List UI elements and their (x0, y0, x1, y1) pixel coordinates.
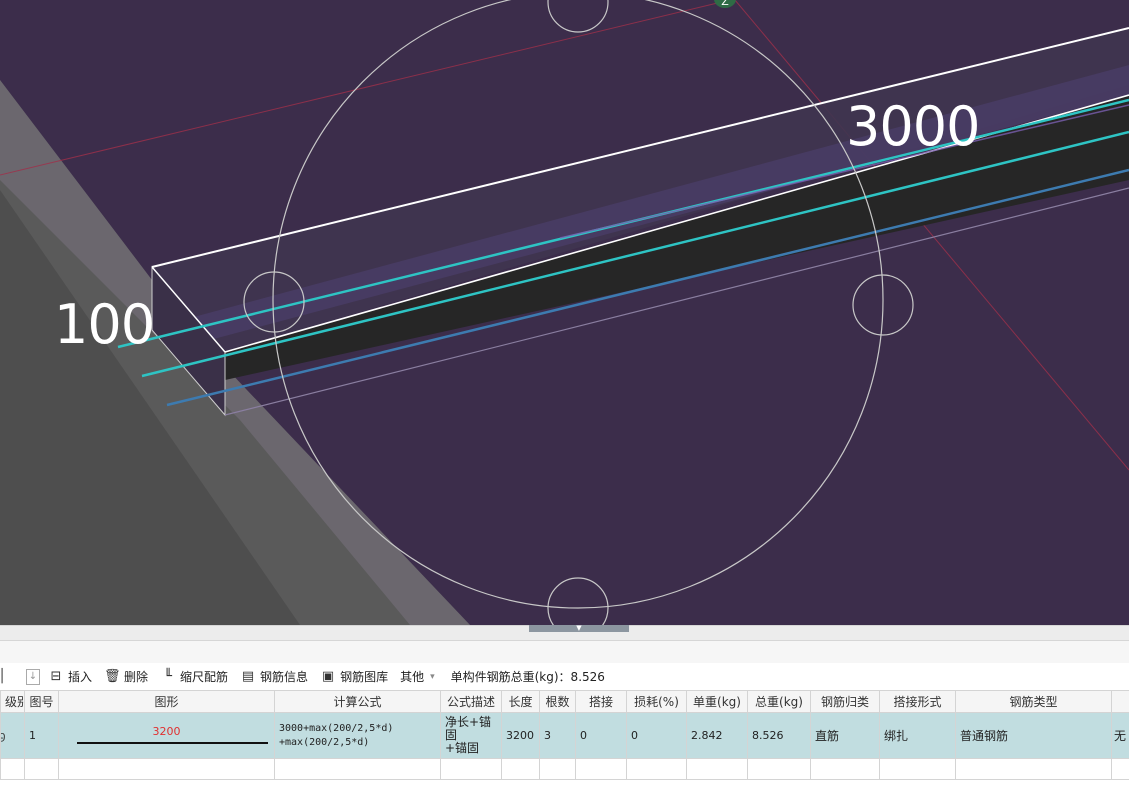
header-grade[interactable]: 级别 (0, 690, 25, 713)
scale-rebar-button[interactable]: ╙ 缩尺配筋 (160, 668, 228, 685)
dimension-label-length: 3000 (846, 95, 980, 158)
cell-shape[interactable]: 3200 (58, 712, 275, 759)
header-figure-no[interactable]: 图号 (24, 690, 59, 713)
rebar-info-label: 钢筋信息 (260, 670, 309, 684)
rebar-info-button[interactable]: ▤ 钢筋信息 (240, 668, 308, 685)
cell-figure-no[interactable]: 1 (24, 712, 59, 759)
cell-formula-desc[interactable]: 净长+锚固 +锚固 (440, 712, 502, 759)
empty-cell[interactable] (0, 758, 25, 780)
panel-splitter[interactable]: ▼ (0, 625, 1129, 641)
formula-line-2: +max(200/2,5*d) (279, 736, 370, 748)
straight-bar-shape (77, 742, 268, 744)
empty-cell[interactable] (626, 758, 687, 780)
viewport-scene (0, 0, 1129, 625)
rebar-library-label: 钢筋图库 (340, 670, 389, 684)
cell-lap-type[interactable]: 绑扎 (879, 712, 956, 759)
table-row[interactable] (0, 758, 1129, 780)
table-header-row: 级别 图号 图形 计算公式 公式描述 长度 根数 搭接 损耗(%) 单重(kg)… (0, 690, 1129, 713)
header-extra[interactable] (1111, 690, 1129, 713)
empty-cell[interactable] (58, 758, 275, 780)
panel-gap (0, 641, 1129, 663)
empty-cell[interactable] (879, 758, 956, 780)
total-weight-label: 单构件钢筋总重(kg)：8.526 (450, 670, 605, 684)
cell-formula[interactable]: 3000+max(200/2,5*d) +max(200/2,5*d) (274, 712, 441, 759)
header-rebar-type[interactable]: 钢筋类型 (955, 690, 1112, 713)
header-lap-type[interactable]: 搭接形式 (879, 690, 956, 713)
header-shape[interactable]: 图形 (58, 690, 275, 713)
header-category[interactable]: 钢筋归类 (810, 690, 880, 713)
trash-icon: 🗑 (104, 668, 121, 684)
cell-unit-weight[interactable]: 2.842 (686, 712, 748, 759)
header-total-weight[interactable]: 总重(kg) (747, 690, 811, 713)
delete-label: 删除 (124, 670, 149, 684)
empty-cell[interactable] (575, 758, 627, 780)
shape-dimension: 3200 (152, 725, 181, 738)
axis-line-x (0, 0, 731, 176)
info-sheet-icon: ▤ (241, 668, 255, 684)
header-loss[interactable]: 损耗(%) (626, 690, 687, 713)
library-icon: ▣ (321, 668, 335, 684)
desc-line-1: 净长+锚固 (445, 715, 492, 742)
cell-lap[interactable]: 0 (575, 712, 627, 759)
empty-cell[interactable] (274, 758, 441, 780)
empty-cell[interactable] (440, 758, 502, 780)
cell-rebar-type[interactable]: 普通钢筋 (955, 712, 1112, 759)
header-formula[interactable]: 计算公式 (274, 690, 441, 713)
header-lap[interactable]: 搭接 (575, 690, 627, 713)
scale-rebar-label: 缩尺配筋 (180, 670, 229, 684)
empty-cell[interactable] (539, 758, 576, 780)
3d-viewport[interactable]: Z 100 3000 (0, 0, 1129, 625)
cell-category[interactable]: 直筋 (810, 712, 880, 759)
empty-cell[interactable] (24, 758, 59, 780)
scale-icon: ╙ (164, 668, 172, 684)
splitter-handle[interactable]: ▼ (529, 625, 629, 632)
empty-cell[interactable] (747, 758, 811, 780)
insert-icon: ⊟ (50, 668, 62, 684)
rebar-library-button[interactable]: ▣ 钢筋图库 (320, 668, 388, 685)
empty-cell[interactable] (1111, 758, 1129, 780)
delete-button[interactable]: 🗑 删除 (104, 668, 148, 685)
grade-icon: ꝯ (2, 729, 6, 742)
header-length[interactable]: 长度 (501, 690, 540, 713)
table-row[interactable]: ꝯ 1 3200 3000+max(200/2,5*d) +max(200/2,5… (0, 712, 1129, 759)
small-circle-bottom (547, 577, 609, 625)
other-label: 其他 (400, 670, 425, 684)
rebar-table: 级别 图号 图形 计算公式 公式描述 长度 根数 搭接 损耗(%) 单重(kg)… (0, 690, 1129, 780)
other-dropdown[interactable]: 其他 ▾ (400, 668, 435, 685)
header-formula-desc[interactable]: 公式描述 (440, 690, 502, 713)
insert-label: 插入 (68, 670, 93, 684)
desc-line-2: +锚固 (445, 741, 480, 755)
cell-extra[interactable]: 无 (1111, 712, 1129, 759)
move-down-icon[interactable]: ↓ (26, 668, 40, 685)
empty-cell[interactable] (686, 758, 748, 780)
header-unit-weight[interactable]: 单重(kg) (686, 690, 748, 713)
toolbar-edge-icon: │ (0, 668, 6, 684)
empty-cell[interactable] (955, 758, 1112, 780)
insert-button[interactable]: ⊟ 插入 (48, 668, 92, 685)
rebar-toolbar: │ ↓ ⊟ 插入 🗑 删除 ╙ 缩尺配筋 ▤ 钢筋信息 ▣ 钢筋图库 其他 ▾ … (0, 663, 1129, 690)
dimension-label-width: 100 (54, 293, 155, 356)
empty-cell[interactable] (810, 758, 880, 780)
cell-length[interactable]: 3200 (501, 712, 540, 759)
cell-total-weight[interactable]: 8.526 (747, 712, 811, 759)
toolbar-cut-button[interactable]: │ (0, 669, 14, 685)
cell-count[interactable]: 3 (539, 712, 576, 759)
formula-line-1: 3000+max(200/2,5*d) (279, 722, 394, 734)
cell-loss[interactable]: 0 (626, 712, 687, 759)
chevron-down-icon: ▾ (430, 671, 435, 682)
cell-grade[interactable]: ꝯ (0, 712, 25, 759)
empty-cell[interactable] (501, 758, 540, 780)
small-circle-top (547, 0, 609, 33)
header-count[interactable]: 根数 (539, 690, 576, 713)
